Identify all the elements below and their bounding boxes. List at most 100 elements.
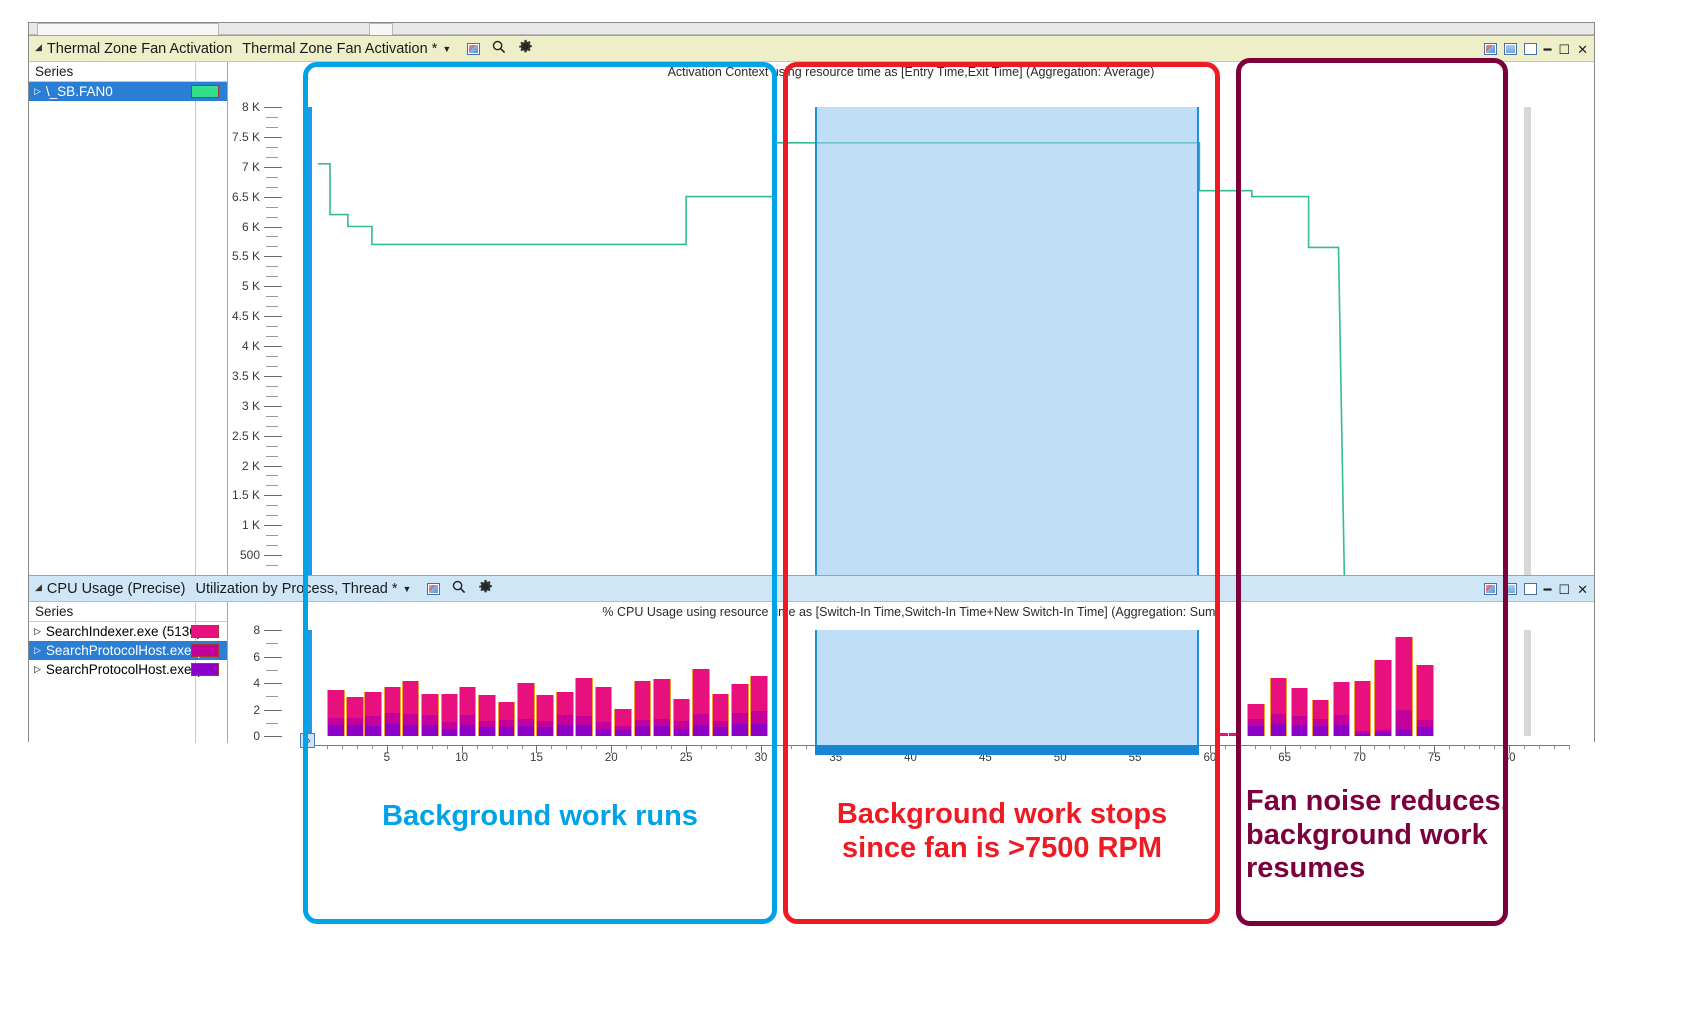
thermal-preset-label: Thermal Zone Fan Activation * <box>242 40 438 57</box>
chart-icon[interactable] <box>467 42 481 55</box>
y-tick-label: 6 <box>253 649 260 664</box>
expand-arrow-icon[interactable]: ▷ <box>34 645 41 656</box>
annotation-box-background-work-runs <box>303 62 777 924</box>
thermal-y-axis: 8 K 7.5 K 7 K 6.5 K 6 K 5.5 K 5 K 4.5 K 4 K 3.5 K… <box>228 62 286 592</box>
y-tick-label: 8 <box>253 623 260 637</box>
cpu-bar-residual[interactable] <box>1218 733 1228 736</box>
series-label: \_SB.FAN0 <box>45 84 113 99</box>
y-tick-label: 7 K <box>241 159 260 174</box>
y-tick-label: 2 <box>253 702 260 717</box>
y-tick-label: 1 K <box>241 518 260 533</box>
annotation-text-background-work-runs: Background work runs <box>382 800 698 832</box>
series-label: SearchIndexer.exe (5136) <box>45 624 202 639</box>
expand-arrow-icon[interactable]: ▷ <box>34 626 41 637</box>
series-row[interactable]: ▷ SearchProtocolHost.exe (1... <box>29 660 227 679</box>
y-tick-mark <box>264 435 282 437</box>
y-tick-label: 5 K <box>241 279 260 294</box>
y-tick-mark <box>264 346 282 347</box>
close-button[interactable]: ✕ <box>1577 43 1588 56</box>
y-minor-tick <box>266 565 278 567</box>
time-cursor[interactable] <box>1524 630 1532 736</box>
y-minor-tick <box>266 276 278 278</box>
expand-arrow-icon[interactable]: ▷ <box>34 664 41 675</box>
thermal-series-pane: Series ▷ \_SB.FAN0 <box>29 62 228 575</box>
series-row[interactable]: ▷ SearchIndexer.exe (5136) <box>29 622 227 641</box>
minimize-button[interactable]: ━ <box>1544 583 1552 596</box>
y-tick-mark <box>264 226 282 228</box>
collapse-triangle-icon[interactable]: ◢ <box>35 42 42 53</box>
y-tick-mark <box>264 196 282 198</box>
tab-strip <box>29 23 1594 35</box>
table-view-icon[interactable] <box>1523 583 1537 595</box>
gear-icon[interactable] <box>518 39 533 58</box>
y-minor-tick <box>266 425 278 427</box>
y-minor-tick <box>266 266 278 268</box>
y-tick-label: 2 K <box>241 458 260 473</box>
tab-stub-1[interactable] <box>37 23 219 35</box>
y-tick-mark <box>264 136 282 138</box>
y-tick-mark <box>264 107 282 108</box>
y-minor-tick <box>266 116 278 118</box>
graph-view-icon[interactable] <box>1503 43 1517 55</box>
y-tick-mark <box>264 656 282 658</box>
y-tick-mark <box>264 736 282 737</box>
y-tick-label: 6 K <box>241 219 260 234</box>
annotation-text-background-work-stops: Background work stops since fan is >7500… <box>836 798 1168 864</box>
y-tick-label: 500 <box>239 548 260 563</box>
x-minor-tick <box>1569 745 1570 749</box>
y-minor-tick <box>266 505 278 507</box>
x-minor-tick <box>1224 745 1226 749</box>
close-button[interactable]: ✕ <box>1577 583 1588 596</box>
y-tick-label: 3 K <box>241 398 260 413</box>
y-minor-tick <box>266 326 278 328</box>
column-splitter[interactable] <box>195 62 196 575</box>
maximize-button[interactable]: ☐ <box>1558 583 1570 596</box>
minimize-button[interactable]: ━ <box>1544 43 1552 56</box>
y-tick-label: 2.5 K <box>231 428 260 443</box>
y-tick-mark <box>264 683 282 684</box>
series-color-swatch <box>191 625 219 638</box>
y-tick-label: 1.5 K <box>231 488 260 503</box>
cpu-panel-title: CPU Usage (Precise) <box>46 580 186 597</box>
y-minor-tick <box>266 515 278 517</box>
collapse-triangle-icon[interactable]: ◢ <box>35 582 42 593</box>
x-minor-tick <box>1524 745 1526 749</box>
y-tick-mark <box>264 630 282 631</box>
y-minor-tick <box>266 306 278 308</box>
series-row[interactable]: ▷ SearchProtocolHost.exe (1... <box>29 641 227 660</box>
annotation-text-fan-noise-reduces: Fan noise reduces, background work resum… <box>1246 785 1509 885</box>
cpu-series-pane: Series ▷ SearchIndexer.exe (5136) ▷ Sear… <box>29 602 228 743</box>
y-minor-tick <box>266 395 278 397</box>
y-tick-mark <box>264 525 282 527</box>
y-tick-label: 5.5 K <box>231 249 260 264</box>
y-tick-mark <box>264 286 282 288</box>
maximize-button[interactable]: ☐ <box>1558 43 1570 56</box>
y-minor-tick <box>266 126 278 128</box>
y-minor-tick <box>266 415 278 417</box>
series-row[interactable]: ▷ \_SB.FAN0 <box>29 82 227 101</box>
chevron-down-icon[interactable]: ▼ <box>442 44 451 54</box>
x-minor-tick <box>1554 745 1556 749</box>
y-minor-tick <box>266 206 278 208</box>
y-tick-label: 4 K <box>241 339 260 353</box>
tab-stub-2[interactable] <box>369 23 393 35</box>
search-icon[interactable] <box>492 40 506 58</box>
y-tick-mark <box>264 166 282 168</box>
y-minor-tick <box>266 669 278 671</box>
annotation-box-background-work-stops <box>783 62 1220 924</box>
y-tick-mark <box>264 256 282 258</box>
cpu-series-header: Series <box>29 602 227 622</box>
y-tick-mark <box>264 465 282 467</box>
series-color-swatch <box>191 644 219 657</box>
time-cursor[interactable] <box>1524 107 1532 585</box>
y-tick-mark <box>264 375 282 377</box>
y-tick-mark <box>264 495 282 497</box>
y-tick-mark <box>264 555 282 557</box>
y-minor-tick <box>266 365 278 367</box>
y-minor-tick <box>266 146 278 148</box>
y-minor-tick <box>266 246 278 248</box>
popout-icon[interactable] <box>1483 43 1497 55</box>
expand-arrow-icon[interactable]: ▷ <box>34 86 41 97</box>
y-tick-label: 7.5 K <box>231 129 260 144</box>
table-view-icon[interactable] <box>1523 43 1537 55</box>
